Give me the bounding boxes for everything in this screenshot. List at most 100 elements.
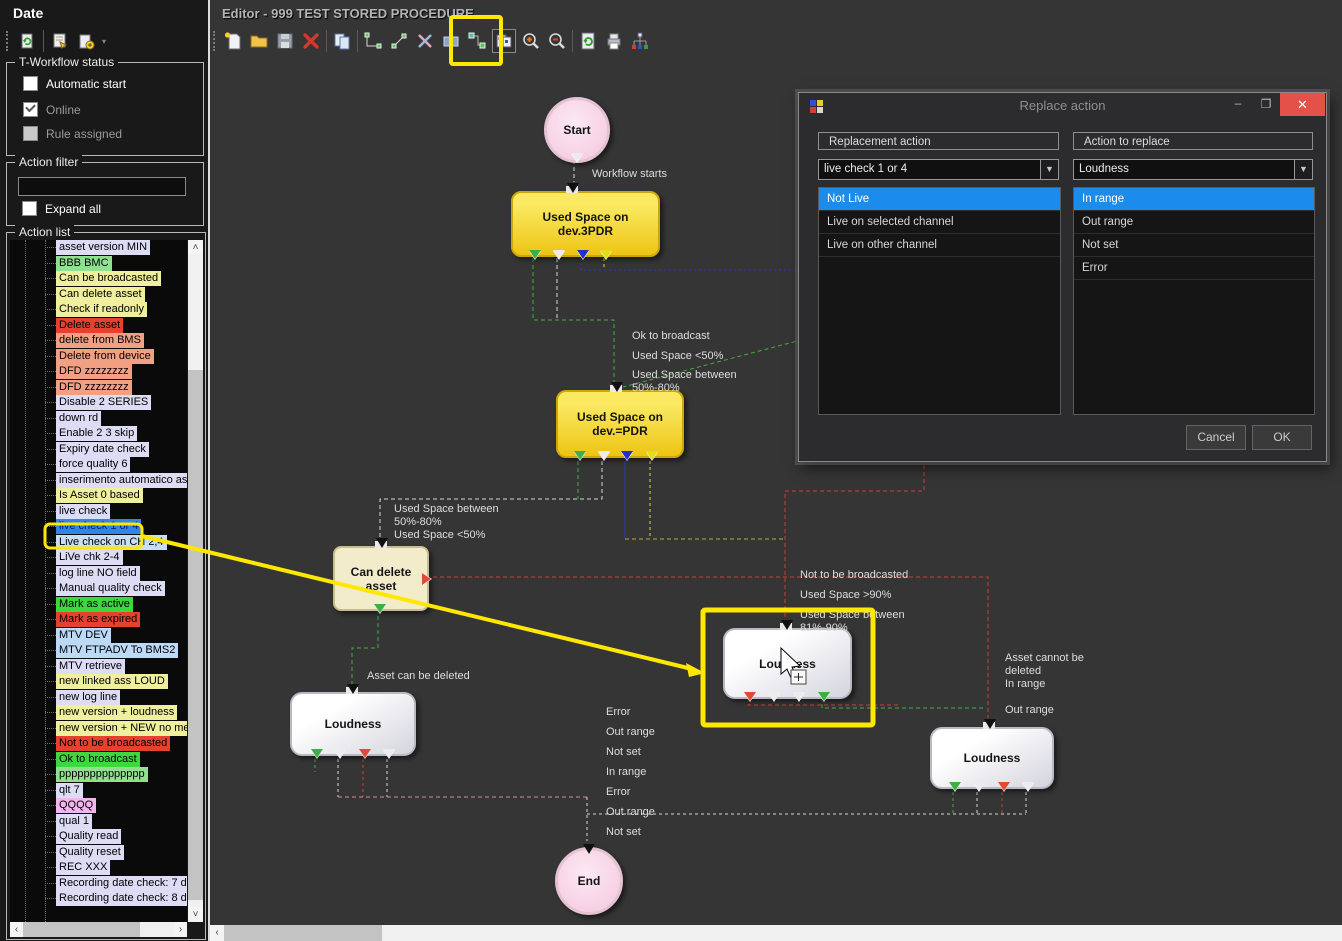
checkbox-rule-assigned[interactable]: Rule assigned (23, 126, 122, 141)
action-item-label[interactable]: Enable 2 3 skip (56, 426, 137, 441)
action-list-item[interactable]: Ok to broadcast (10, 752, 187, 768)
action-list-item[interactable]: Not to be broadcasted (10, 736, 187, 752)
action-item-label[interactable]: Quality reset (56, 845, 124, 860)
output-connector-red[interactable] (422, 573, 437, 585)
print-icon[interactable] (603, 30, 625, 52)
action-list-item[interactable]: MTV retrieve (10, 659, 187, 675)
action-item-label[interactable]: live check (56, 504, 110, 519)
canvas-hscroll-thumb[interactable] (224, 925, 382, 941)
checkbox-automatic-start[interactable]: Automatic start (23, 76, 126, 91)
action-item-label[interactable]: delete from BMS (56, 333, 144, 348)
action-list-item[interactable]: MTV DEV (10, 628, 187, 644)
list-item[interactable]: Live on other channel (819, 234, 1060, 257)
maximize-button[interactable]: ❐ (1252, 93, 1280, 116)
open-folder-icon[interactable] (248, 30, 270, 52)
input-connector-icon[interactable] (347, 684, 359, 700)
output-connector-white[interactable] (793, 692, 805, 707)
action-list-item[interactable]: qual 1 (10, 814, 187, 830)
branch-tool-icon[interactable] (466, 30, 488, 52)
minimize-button[interactable]: – (1224, 93, 1252, 116)
action-item-label[interactable]: log line NO field (56, 566, 140, 581)
action-to-replace-combobox[interactable]: Loudness ▼ (1073, 159, 1313, 180)
output-connector-green[interactable] (529, 250, 541, 265)
action-list-item[interactable]: pppppppppppppp (10, 767, 187, 783)
save-icon[interactable] (274, 30, 296, 52)
node-loudness-left[interactable]: Loudness (290, 692, 416, 756)
action-item-label[interactable]: Expiry date check (56, 442, 149, 457)
checkbox-box[interactable] (23, 126, 38, 141)
output-connector-white[interactable] (598, 451, 610, 466)
toolbar-grip[interactable] (6, 31, 11, 51)
action-list-item[interactable]: force quality 6 (10, 457, 187, 473)
cut-tool-icon[interactable] (414, 30, 436, 52)
chevron-down-icon[interactable]: ▼ (1040, 160, 1058, 179)
action-item-label[interactable]: qlt 7 (56, 783, 83, 798)
input-connector-icon[interactable] (611, 382, 623, 398)
action-item-label[interactable]: QQQQ (56, 798, 96, 813)
output-connector-blue[interactable] (621, 451, 633, 466)
action-list-item[interactable]: Mark as active (10, 597, 187, 613)
replacement-output-list[interactable]: Not LiveLive on selected channelLive on … (818, 187, 1061, 415)
action-list-item[interactable]: Recording date check: 7 da (10, 876, 187, 892)
action-item-label[interactable]: Delete asset (56, 318, 123, 333)
action-list-item[interactable]: Is Asset 0 based (10, 488, 187, 504)
action-item-label[interactable]: REC XXX (56, 860, 110, 875)
action-list-item[interactable]: Live check on CH 2,4 (10, 535, 187, 551)
node-used-space-3pdr[interactable]: Used Space on dev.3PDR (511, 191, 660, 257)
action-list-item[interactable]: new linked ass LOUD (10, 674, 187, 690)
node-start[interactable]: Start (544, 97, 610, 163)
action-item-label[interactable]: Mark as expired (56, 612, 140, 627)
action-item-label[interactable]: Recording date check: 7 da (56, 876, 187, 891)
action-item-label[interactable]: MTV DEV (56, 628, 111, 643)
action-list-item[interactable]: BBB BMC (10, 256, 187, 272)
scroll-up-arrow[interactable]: ˄ (188, 240, 203, 255)
list-item[interactable]: Error (1074, 257, 1314, 280)
action-item-label[interactable]: Mark as active (56, 597, 133, 612)
action-item-label[interactable]: Is Asset 0 based (56, 488, 143, 503)
action-list-item[interactable]: delete from BMS (10, 333, 187, 349)
node-loudness-middle[interactable]: Loudness (723, 628, 852, 699)
output-connector-green[interactable] (818, 692, 830, 707)
action-item-label[interactable]: inserimento automatico asse (56, 473, 187, 488)
chevron-down-icon[interactable]: ▼ (1294, 160, 1312, 179)
checkbox-expand-all[interactable]: Expand all (22, 201, 101, 216)
checkbox-online[interactable]: Online (23, 102, 81, 117)
node-can-delete-asset[interactable]: Can delete asset (333, 546, 429, 611)
output-connector-white[interactable] (553, 250, 565, 265)
action-item-label[interactable]: new version + loudness (56, 705, 177, 720)
action-filter-input[interactable] (18, 177, 186, 196)
action-list-item[interactable]: Can be broadcasted (10, 271, 187, 287)
replace-action-icon[interactable] (492, 29, 516, 53)
action-list-item[interactable]: REC XXX (10, 860, 187, 876)
action-list-hscrollbar[interactable]: ‹ › (10, 922, 187, 937)
input-connector-icon[interactable] (376, 538, 388, 554)
action-list-item[interactable]: Can delete asset (10, 287, 187, 303)
action-item-label[interactable]: pppppppppppppp (56, 767, 148, 782)
action-item-label[interactable]: force quality 6 (56, 457, 130, 472)
action-item-label[interactable]: Recording date check: 8 d: (56, 891, 187, 906)
ok-button[interactable]: OK (1252, 425, 1312, 450)
list-item[interactable]: Live on selected channel (819, 211, 1060, 234)
refresh-icon[interactable] (577, 30, 599, 52)
action-item-label[interactable]: new linked ass LOUD (56, 674, 168, 689)
action-list-item[interactable]: DFD zzzzzzzz (10, 380, 187, 396)
output-connector-red[interactable] (359, 749, 371, 764)
output-connector-white[interactable] (334, 749, 346, 764)
replace-output-list[interactable]: In rangeOut rangeNot setError (1073, 187, 1315, 415)
zoom-out-icon[interactable] (546, 30, 568, 52)
polyline-tool-icon[interactable] (362, 30, 384, 52)
action-item-label[interactable]: MTV retrieve (56, 659, 125, 674)
action-list-item[interactable]: Quality reset (10, 845, 187, 861)
action-item-label[interactable]: Quality read (56, 829, 121, 844)
delete-icon[interactable] (300, 30, 322, 52)
action-list-item[interactable]: new log line (10, 690, 187, 706)
output-connector-red[interactable] (998, 782, 1010, 797)
output-connector-yellow[interactable] (646, 451, 658, 466)
hierarchy-icon[interactable] (629, 30, 651, 52)
action-list-item[interactable]: live check (10, 504, 187, 520)
action-item-label[interactable]: Manual quality check (56, 581, 165, 596)
list-item[interactable]: Out range (1074, 211, 1314, 234)
action-list-item[interactable]: Mark as expired (10, 612, 187, 628)
action-item-label[interactable]: new log line (56, 690, 120, 705)
action-item-label[interactable]: DFD zzzzzzzz (56, 380, 132, 395)
